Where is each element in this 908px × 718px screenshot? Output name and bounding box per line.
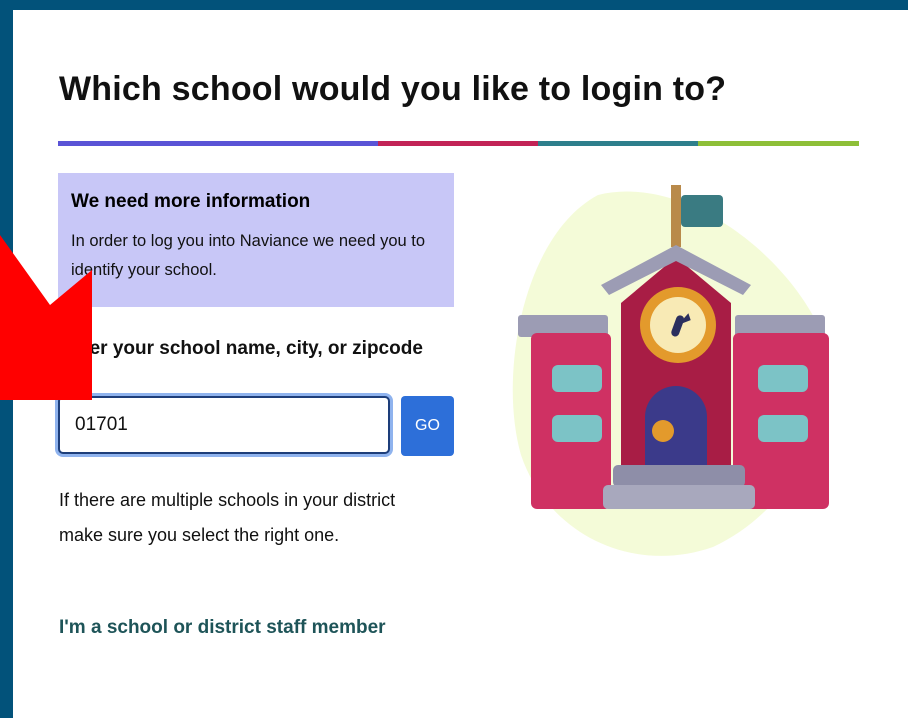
divider-segment-purple (58, 141, 378, 146)
divider-segment-teal (538, 141, 698, 146)
info-box: We need more information In order to log… (58, 173, 454, 307)
info-heading: We need more information (71, 191, 311, 212)
divider-segment-green (698, 141, 859, 146)
school-search-input[interactable] (58, 396, 390, 454)
page-title: Which school would you like to login to? (59, 70, 727, 108)
help-text: If there are multiple schools in your di… (59, 490, 396, 545)
login-card: Which school would you like to login to?… (13, 10, 908, 718)
go-button[interactable]: GO (401, 396, 454, 456)
search-label: Enter your school name, city, or zipcode (59, 338, 423, 359)
school-building-icon (512, 185, 829, 556)
info-body: In order to log you into Naviance we nee… (71, 232, 426, 279)
divider-segment-magenta (378, 141, 538, 146)
color-divider (58, 141, 859, 146)
staff-member-link[interactable]: I'm a school or district staff member (59, 617, 386, 639)
red-arrow-icon (0, 235, 92, 400)
